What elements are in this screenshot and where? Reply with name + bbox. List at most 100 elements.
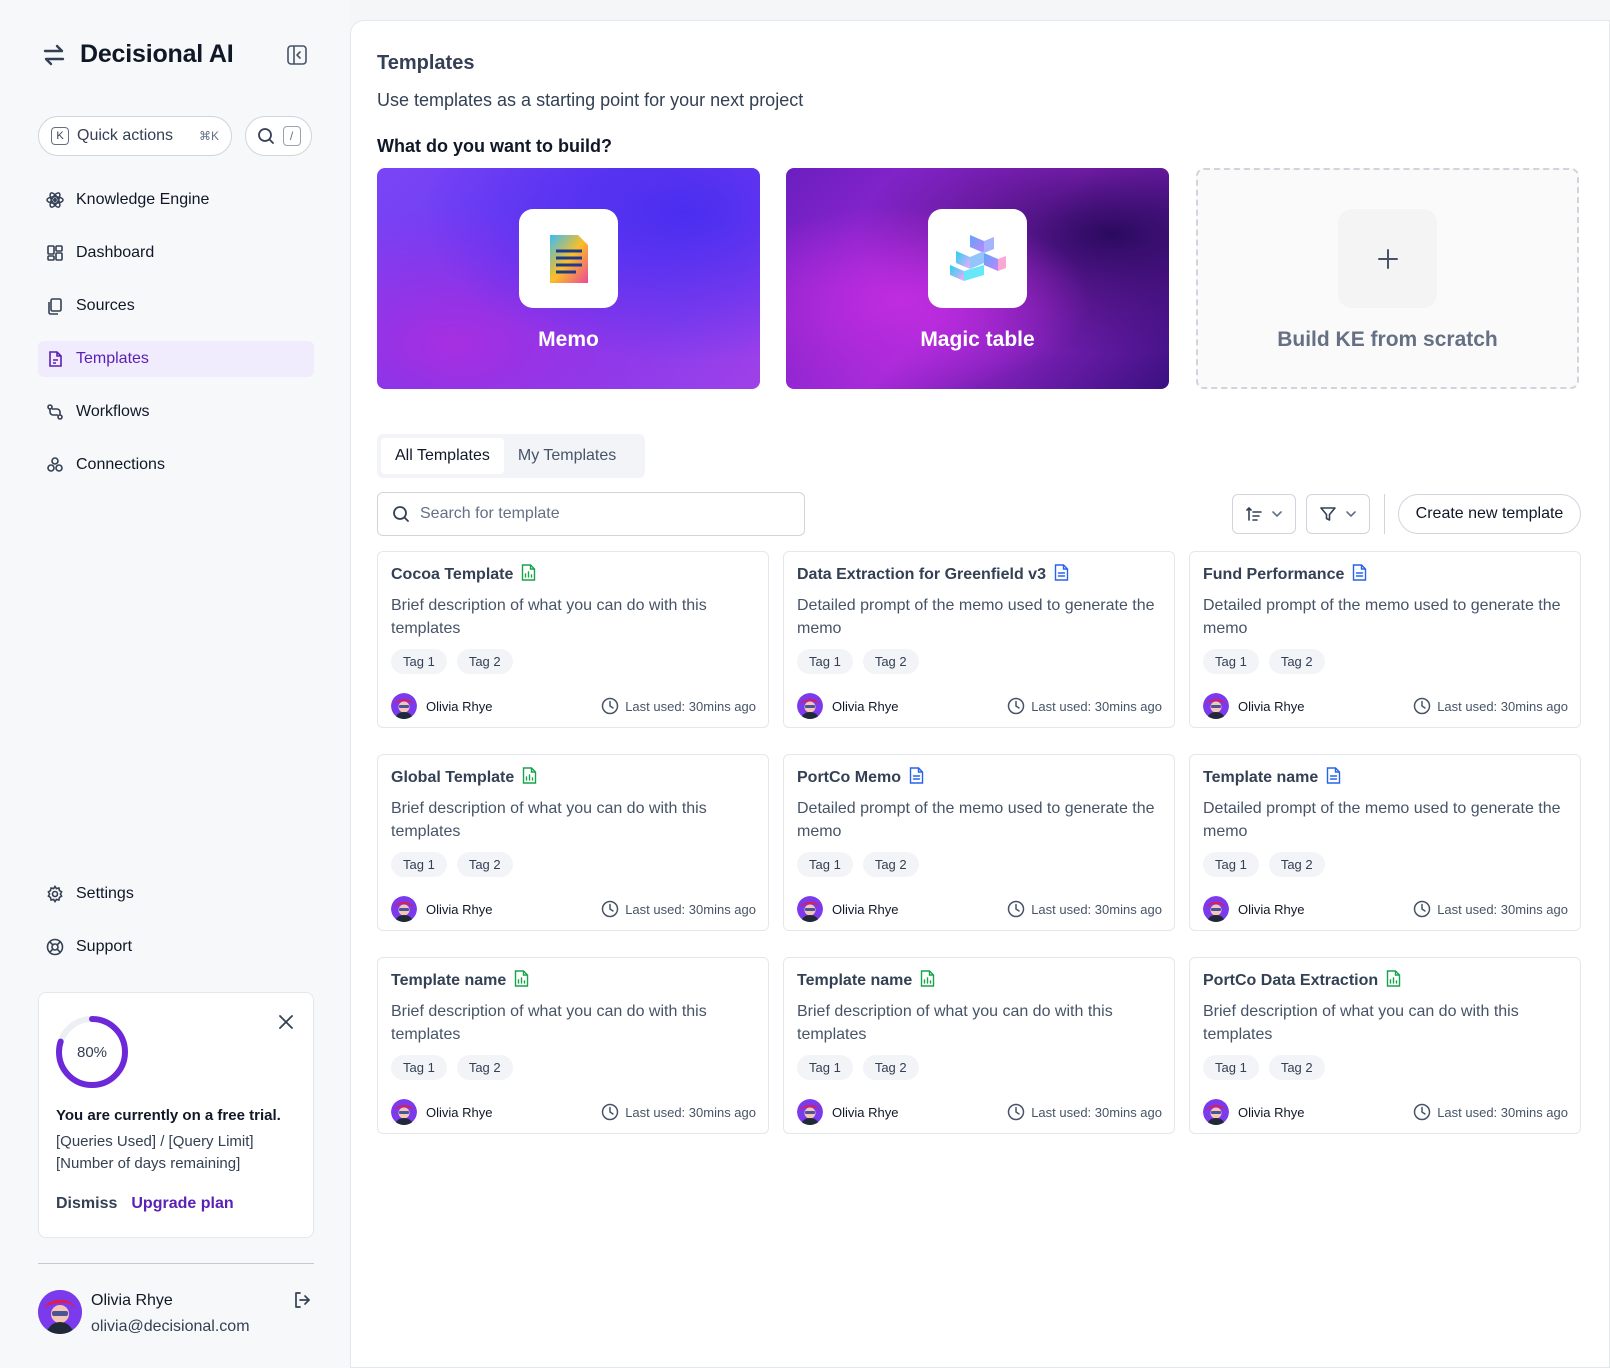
nav-item-templates[interactable]: Templates [38, 341, 314, 377]
quick-actions-label: Quick actions [77, 127, 174, 144]
page-title: Templates [377, 52, 475, 74]
tag[interactable]: Tag 2 [862, 1055, 919, 1080]
avatar[interactable] [38, 1290, 82, 1334]
clock-icon [601, 1103, 619, 1121]
tag[interactable]: Tag 2 [862, 649, 919, 674]
tag[interactable]: Tag 2 [456, 1055, 513, 1080]
collapse-sidebar-icon[interactable] [286, 44, 308, 66]
tag[interactable]: Tag 1 [1203, 852, 1259, 877]
template-card[interactable]: Template name Detailed prompt of the mem… [1189, 754, 1581, 931]
grid-icon [47, 245, 63, 261]
filter-button[interactable] [1306, 494, 1370, 534]
card-title: Global Template [391, 769, 515, 786]
template-search[interactable] [377, 492, 805, 536]
magic-table-card[interactable]: Magic table [786, 168, 1169, 389]
nav-item-workflows[interactable]: Workflows [38, 394, 314, 430]
owner-name: Olivia Rhye [832, 698, 899, 714]
tag[interactable]: Tag 1 [391, 852, 447, 877]
build-from-scratch-card[interactable]: Build KE from scratch [1196, 168, 1579, 389]
sheet-icon [921, 970, 935, 987]
tag[interactable]: Tag 1 [797, 852, 853, 877]
tag[interactable]: Tag 1 [391, 1055, 447, 1080]
nav-item-sources[interactable]: Sources [38, 288, 314, 324]
tag[interactable]: Tag 2 [1268, 852, 1325, 877]
template-icon [49, 351, 62, 367]
nav-item-connections[interactable]: Connections [38, 447, 314, 483]
card-title-row: PortCo Data Extraction [1203, 970, 1401, 992]
card-owner: Olivia Rhye [1203, 896, 1304, 922]
last-used-text: Last used: 30mins ago [625, 901, 756, 917]
last-used: Last used: 30mins ago [1413, 1103, 1568, 1121]
last-used-text: Last used: 30mins ago [1031, 901, 1162, 917]
tag[interactable]: Tag 1 [1203, 649, 1259, 674]
memo-label: Memo [538, 328, 599, 351]
memo-card[interactable]: Memo [377, 168, 760, 389]
card-tags: Tag 1 Tag 2 [797, 649, 919, 674]
card-tags: Tag 1 Tag 2 [797, 1055, 919, 1080]
sheet-icon [521, 564, 536, 586]
card-owner: Olivia Rhye [797, 896, 898, 922]
create-template-button[interactable]: Create new template [1398, 494, 1581, 534]
tab-all-templates[interactable]: All Templates [381, 438, 504, 474]
nav-item-settings[interactable]: Settings [38, 876, 314, 912]
avatar [391, 693, 417, 719]
tag[interactable]: Tag 2 [1268, 1055, 1325, 1080]
search-input[interactable] [420, 505, 780, 523]
tag[interactable]: Tag 2 [1268, 649, 1325, 674]
card-title-row: Template name [797, 970, 935, 992]
sidebar-divider [38, 1263, 314, 1264]
close-icon[interactable] [277, 1013, 295, 1031]
template-card[interactable]: Fund Performance Detailed prompt of the … [1189, 551, 1581, 728]
nav-item-knowledge-engine[interactable]: Knowledge Engine [38, 182, 314, 218]
template-card[interactable]: Data Extraction for Greenfield v3 Detail… [783, 551, 1175, 728]
sheet-icon [1386, 970, 1401, 987]
search-button[interactable]: / [245, 116, 312, 156]
template-card[interactable]: Template name Brief description of what … [783, 957, 1175, 1134]
sheet-icon [515, 970, 529, 987]
clock-icon [601, 900, 619, 918]
tag[interactable]: Tag 2 [862, 852, 919, 877]
tag[interactable]: Tag 2 [456, 852, 513, 877]
build-question: What do you want to build? [377, 136, 612, 156]
nav-label: Support [76, 938, 133, 955]
template-card[interactable]: PortCo Memo Detailed prompt of the memo … [783, 754, 1175, 931]
nav-item-support[interactable]: Support [38, 929, 314, 965]
memo-icon-box [519, 209, 618, 308]
quick-actions-button[interactable]: K Quick actions ⌘K [38, 116, 232, 156]
template-card[interactable]: Template name Brief description of what … [377, 957, 769, 1134]
last-used-text: Last used: 30mins ago [625, 1104, 756, 1120]
nav-item-dashboard[interactable]: Dashboard [38, 235, 314, 271]
sheet-icon [1386, 970, 1401, 992]
plus-icon [1377, 248, 1398, 269]
template-card[interactable]: PortCo Data Extraction Brief description… [1189, 957, 1581, 1134]
logout-icon[interactable] [292, 1290, 312, 1310]
owner-name: Olivia Rhye [832, 1104, 899, 1120]
atom-icon [46, 192, 64, 208]
tag[interactable]: Tag 1 [1203, 1055, 1259, 1080]
avatar [797, 693, 823, 719]
upgrade-plan-button[interactable]: Upgrade plan [131, 1195, 233, 1213]
clock-icon [1413, 1103, 1431, 1121]
tag[interactable]: Tag 1 [797, 1055, 853, 1080]
magic-table-icon [949, 234, 1006, 281]
tag[interactable]: Tag 1 [797, 649, 853, 674]
brand[interactable]: Decisional AI [42, 40, 234, 69]
tab-my-templates[interactable]: My Templates [504, 438, 630, 474]
trial-title: You are currently on a free trial. [56, 1107, 281, 1124]
gear-icon [47, 885, 63, 903]
card-description: Brief description of what you can do wit… [1203, 1003, 1519, 1043]
search-icon [257, 128, 274, 144]
template-card[interactable]: Global Template Brief description of wha… [377, 754, 769, 931]
card-title: Data Extraction for Greenfield v3 [797, 566, 1046, 583]
dismiss-button[interactable]: Dismiss [56, 1195, 117, 1213]
card-title-row: PortCo Memo [797, 767, 924, 789]
card-tags: Tag 1 Tag 2 [1203, 852, 1325, 877]
card-title-row: Global Template [391, 767, 537, 789]
nav-label: Workflows [76, 403, 150, 420]
document-icon [909, 767, 924, 784]
tag[interactable]: Tag 1 [391, 649, 447, 674]
last-used: Last used: 30mins ago [1007, 697, 1162, 715]
template-card[interactable]: Cocoa Template Brief description of what… [377, 551, 769, 728]
sort-button[interactable] [1232, 494, 1296, 534]
tag[interactable]: Tag 2 [456, 649, 513, 674]
